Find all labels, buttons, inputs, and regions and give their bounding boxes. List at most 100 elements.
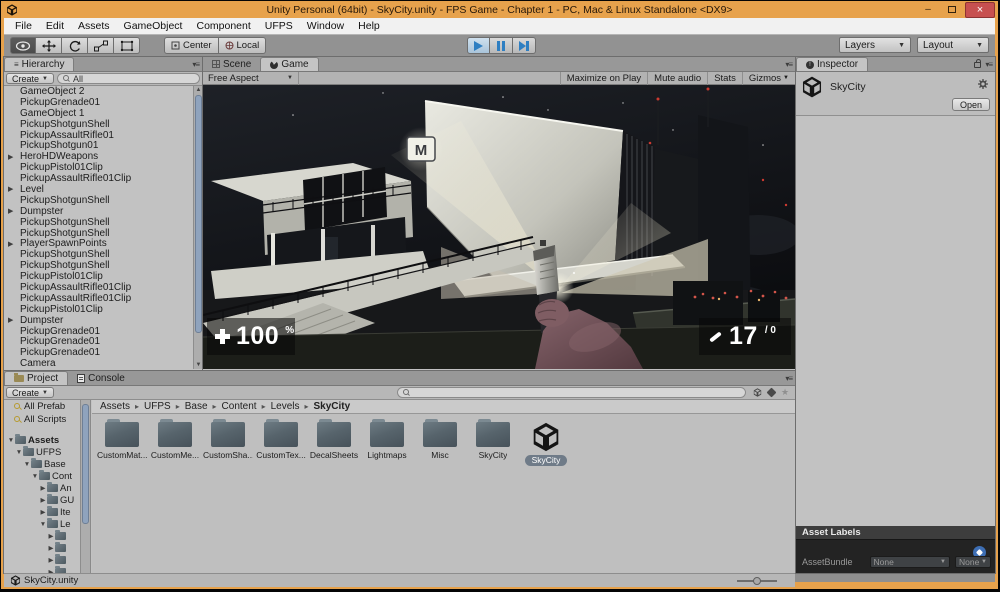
tree-item[interactable]: ▶ — [4, 554, 90, 566]
expand-arrow-icon[interactable]: ▼ — [39, 521, 47, 528]
tree-item[interactable]: ▶ An — [4, 482, 90, 494]
tree-item[interactable]: ▼ UFPS — [4, 446, 90, 458]
close-button[interactable]: × — [965, 2, 995, 18]
minimize-button[interactable]: – — [917, 3, 939, 17]
hierarchy-item[interactable]: PickupAssaultRifle01Clip — [4, 293, 202, 304]
panel-menu-icon[interactable]: ▾≡ — [192, 60, 199, 69]
expand-arrow-icon[interactable]: ▼ — [23, 461, 31, 468]
tree-item[interactable]: ▶ — [4, 566, 90, 573]
thumbnail-zoom-slider[interactable] — [737, 580, 777, 582]
favorites-icon[interactable]: ★ — [781, 387, 789, 398]
pivot-center-button[interactable]: Center — [164, 37, 219, 54]
expand-arrow-icon[interactable]: ▶ — [39, 508, 47, 516]
slider-knob[interactable] — [753, 577, 761, 585]
layout-dropdown[interactable]: Layout▼ — [917, 37, 989, 53]
hierarchy-item[interactable]: PickupGrenade01 — [4, 347, 202, 358]
breadcrumb-segment[interactable]: SkyCity ▸ — [314, 401, 351, 412]
game-toolbar-button[interactable]: Mute audio ▼ — [647, 72, 707, 85]
project-tree-scrollbar[interactable] — [80, 400, 90, 573]
asset-folder[interactable]: Lightmaps — [365, 422, 409, 460]
menu-item[interactable]: Help — [351, 18, 387, 34]
tree-item[interactable]: ▼ Cont — [4, 470, 90, 482]
asset-folder[interactable]: CustomTex... — [259, 422, 303, 460]
expand-arrow-icon[interactable]: ▶ — [39, 496, 47, 504]
panel-menu-icon[interactable]: ▾≡ — [785, 60, 792, 69]
menu-item[interactable]: Edit — [39, 18, 71, 34]
breadcrumb-segment[interactable]: Levels ▸ — [271, 401, 314, 412]
hierarchy-item[interactable]: GameObject 1 — [4, 108, 202, 119]
breadcrumb-segment[interactable]: Assets ▸ — [100, 401, 144, 412]
game-toolbar-button[interactable]: Maximize on Play ▼ — [560, 72, 647, 85]
lock-icon[interactable] — [974, 62, 981, 68]
hierarchy-item[interactable]: PickupAssaultRifle01Clip — [4, 173, 202, 184]
restore-button[interactable] — [941, 3, 963, 17]
hierarchy-item[interactable]: PickupGrenade01 — [4, 97, 202, 108]
hierarchy-item[interactable]: PickupShotgunShell — [4, 217, 202, 228]
project-create-button[interactable]: Create ▼ — [6, 387, 54, 398]
hierarchy-item[interactable]: ▶ Dumpster — [4, 206, 202, 217]
asset-folder[interactable]: CustomMe... — [153, 422, 197, 460]
menu-item[interactable]: Assets — [71, 18, 117, 34]
hierarchy-item[interactable]: ▶ Dumpster — [4, 315, 202, 326]
tree-item[interactable]: ▶ — [4, 530, 90, 542]
expand-arrow-icon[interactable]: ▶ — [8, 316, 13, 324]
favorite-item[interactable]: All Prefab — [4, 400, 90, 413]
hierarchy-item[interactable]: PickupShotgunShell — [4, 195, 202, 206]
hierarchy-item[interactable]: ▶ PlayerSpawnPoints — [4, 238, 202, 249]
hierarchy-item[interactable]: PickupShotgunShell — [4, 119, 202, 130]
hierarchy-search[interactable] — [57, 73, 200, 84]
tab-console[interactable]: Console — [68, 371, 134, 385]
hierarchy-item[interactable]: ▶ Level — [4, 184, 202, 195]
move-tool-button[interactable] — [36, 37, 62, 54]
expand-arrow-icon[interactable]: ▶ — [47, 556, 55, 564]
expand-arrow-icon[interactable]: ▼ — [15, 449, 23, 456]
tree-item[interactable]: ▶ — [4, 542, 90, 554]
step-button[interactable] — [513, 37, 536, 54]
expand-arrow-icon[interactable]: ▶ — [47, 532, 55, 540]
asset-folder[interactable]: CustomSha... — [206, 422, 250, 460]
hierarchy-item[interactable]: PickupAssaultRifle01 — [4, 130, 202, 141]
tree-item[interactable]: ▼ Le — [4, 518, 90, 530]
menu-item[interactable]: Window — [300, 18, 351, 34]
layers-dropdown[interactable]: Layers▼ — [839, 37, 911, 53]
tree-item[interactable]: ▼ Assets — [4, 434, 90, 446]
hierarchy-item[interactable]: PickupPistol01Clip — [4, 271, 202, 282]
hierarchy-create-button[interactable]: Create ▼ — [6, 73, 54, 84]
expand-arrow-icon[interactable]: ▶ — [47, 544, 55, 552]
rotate-tool-button[interactable] — [62, 37, 88, 54]
expand-arrow-icon[interactable]: ▶ — [8, 153, 13, 161]
gear-icon[interactable] — [978, 79, 988, 89]
breadcrumb-segment[interactable]: Content ▸ — [222, 401, 271, 412]
expand-arrow-icon[interactable]: ▶ — [8, 207, 13, 215]
hierarchy-item[interactable]: PickupAssaultRifle01Clip — [4, 282, 202, 293]
aspect-dropdown[interactable]: Free Aspect ▼ — [203, 72, 299, 85]
expand-arrow-icon[interactable]: ▶ — [8, 240, 13, 248]
tab-inspector[interactable]: ! Inspector — [796, 57, 868, 71]
tree-item[interactable]: ▶ Ite — [4, 506, 90, 518]
scroll-up-icon[interactable]: ▲ — [194, 87, 203, 93]
hierarchy-scrollbar[interactable]: ▲ ▼ — [193, 86, 202, 369]
menu-item[interactable]: File — [8, 18, 39, 34]
asset-folder[interactable]: Misc — [418, 422, 462, 460]
scroll-down-icon[interactable]: ▼ — [194, 362, 203, 368]
hierarchy-item[interactable]: GameObject 2 — [4, 86, 202, 97]
menu-item[interactable]: GameObject — [117, 18, 190, 34]
hand-tool-button[interactable] — [10, 37, 36, 54]
asset-folder[interactable]: DecalSheets — [312, 422, 356, 460]
hierarchy-item[interactable]: PickupShotgunShell — [4, 249, 202, 260]
breadcrumb-segment[interactable]: UFPS ▸ — [144, 401, 185, 412]
scale-tool-button[interactable] — [88, 37, 114, 54]
hierarchy-item[interactable]: PickupGrenade01 — [4, 326, 202, 337]
tree-item[interactable]: ▼ Base — [4, 458, 90, 470]
tab-hierarchy[interactable]: ≡ Hierarchy — [4, 57, 74, 71]
hierarchy-item[interactable]: ▶ HeroHDWeapons — [4, 151, 202, 162]
rect-tool-button[interactable] — [114, 37, 140, 54]
panel-menu-icon[interactable]: ▾≡ — [785, 374, 792, 383]
hierarchy-item[interactable]: Camera — [4, 358, 202, 369]
asset-folder[interactable]: CustomMat... — [100, 422, 144, 460]
panel-menu-icon[interactable]: ▾≡ — [985, 60, 992, 69]
project-search[interactable] — [397, 387, 746, 398]
pivot-local-button[interactable]: Local — [219, 37, 267, 54]
tree-item[interactable]: ▶ GU — [4, 494, 90, 506]
pause-button[interactable] — [490, 37, 513, 54]
